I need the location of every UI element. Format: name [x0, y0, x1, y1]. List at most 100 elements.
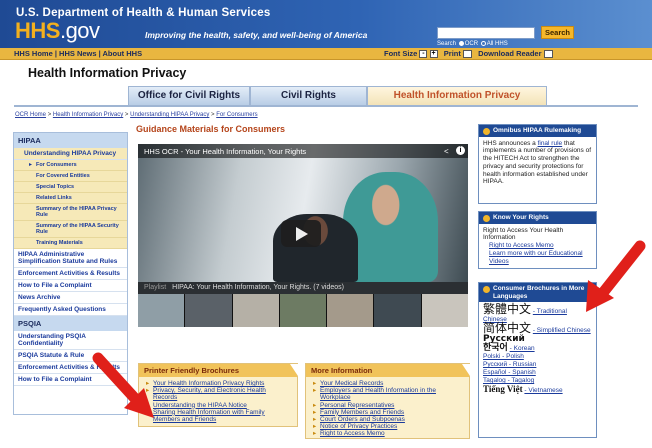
nav-sub-for-consumers[interactable]: For Consumers [14, 160, 127, 171]
font-decrease-button[interactable]: - [419, 50, 428, 59]
brochure-link[interactable]: Privacy, Security, and Electronic Health… [146, 387, 291, 401]
radio-ocr[interactable] [458, 41, 464, 46]
lang-label[interactable]: - Vietnamese [524, 387, 562, 394]
pdf-icon[interactable] [543, 50, 553, 59]
printer-friendly-box: Printer Friendly Brochures Your Health I… [138, 363, 298, 427]
video-thumbnail[interactable] [232, 294, 279, 327]
nav-news-archive[interactable]: News Archive [14, 292, 127, 304]
info-icon[interactable]: i [456, 146, 465, 155]
info-link[interactable]: Your Medical Records [313, 380, 463, 387]
lang-vietnamese[interactable]: Tiếng Việt - Vietnamese [483, 385, 592, 395]
access-memo-link[interactable]: Right to Access Memo [483, 242, 592, 250]
tagline: Improving the health, safety, and well-b… [145, 30, 368, 40]
lang-label[interactable]: - Korean [510, 345, 535, 352]
search-scope-label: Search [437, 41, 457, 48]
lang-korean[interactable]: 한국어 - Korean [483, 344, 592, 353]
breadcrumb-ocr-home[interactable]: OCR Home [15, 112, 46, 118]
nav-sub-special-topics[interactable]: Special Topics [14, 182, 127, 193]
nav-sub-privacy-rule[interactable]: Summary of the HIPAA Privacy Rule [14, 204, 127, 221]
brochure-link[interactable]: Sharing Health Information with Family M… [146, 409, 291, 423]
video-thumbnail[interactable] [421, 294, 468, 327]
page-tools: Font Size - + Print Download Reader [384, 49, 553, 59]
printer-icon[interactable] [462, 50, 472, 59]
nav-file-complaint[interactable]: How to File a Complaint [14, 280, 127, 292]
video-thumbnail[interactable] [374, 294, 421, 327]
tab-health-information-privacy[interactable]: Health Information Privacy [367, 86, 547, 105]
omnibus-text: HHS announces a final rule that implemen… [479, 137, 596, 190]
breadcrumb-for-consumers[interactable]: For Consumers [216, 112, 257, 118]
nav-sub-related-links[interactable]: Related Links [14, 193, 127, 204]
playlist-title: HIPAA: Your Health Information, Your Rig… [172, 284, 344, 291]
lang-script: 한국어 [483, 343, 508, 353]
omnibus-heading: Omnibus HIPAA Rulemaking [479, 125, 596, 137]
breadcrumb: OCR Home > Health Information Privacy > … [15, 112, 258, 118]
breadcrumb-hip[interactable]: Health Information Privacy [53, 112, 123, 118]
video-thumbnail[interactable] [327, 294, 374, 327]
nav-psqia-confidentiality[interactable]: Understanding PSQIA Confidentiality [14, 331, 127, 350]
nav-admin-simplification[interactable]: HIPAA Administrative Simplification Stat… [14, 249, 127, 268]
radio-all-hhs[interactable] [480, 41, 486, 46]
more-information-box: More Information Your Medical Records Em… [305, 363, 470, 439]
lang-spanish[interactable]: Español - Spanish [483, 369, 592, 377]
play-button[interactable] [281, 220, 321, 247]
info-link[interactable]: Employers and Health Information in the … [313, 387, 463, 401]
know-your-rights-heading: Know Your Rights [479, 212, 596, 224]
font-size-label: Font Size [384, 49, 418, 58]
lang-script: 繁體中文 [483, 302, 532, 316]
brochure-link[interactable]: Understanding the HIPAA Notice [146, 402, 291, 409]
breadcrumb-understanding[interactable]: Understanding HIPAA Privacy [130, 112, 209, 118]
info-link[interactable]: Notice of Privacy Practices [313, 423, 463, 430]
nav-enforcement[interactable]: Enforcement Activities & Results [14, 268, 127, 280]
playlist-bar[interactable]: Playlist HIPAA: Your Health Information,… [138, 282, 468, 294]
tab-divider [14, 105, 638, 107]
font-increase-button[interactable]: + [429, 50, 438, 59]
nav-sub-security-rule[interactable]: Summary of the HIPAA Security Rule [14, 221, 127, 238]
search-scope-options: Search OCR All HHS [437, 41, 508, 47]
omnibus-box: Omnibus HIPAA Rulemaking HHS announces a… [478, 124, 597, 204]
video-player[interactable]: HHS OCR - Your Health Information, Your … [138, 144, 468, 327]
print-link[interactable]: Print [444, 49, 461, 58]
page-title: Health Information Privacy [28, 66, 187, 80]
printer-friendly-heading: Printer Friendly Brochures [139, 364, 298, 377]
nav-understanding-hipaa[interactable]: Understanding HIPAA Privacy [14, 148, 127, 160]
share-icon[interactable]: < [444, 147, 449, 156]
video-title-bar: HHS OCR - Your Health Information, Your … [138, 144, 468, 158]
breadcrumb-separator: > [124, 112, 129, 118]
lang-polish[interactable]: Polski - Polish [483, 353, 592, 361]
lang-script: 简体中文 [483, 321, 532, 335]
nav-sub-training[interactable]: Training Materials [14, 238, 127, 249]
hhs-logo[interactable]: HHS.gov [15, 18, 100, 44]
lang-russian[interactable]: Pусский - Russian [483, 361, 592, 369]
radio-all-hhs-label: All HHS [486, 41, 508, 48]
final-rule-link[interactable]: final rule [538, 140, 563, 147]
utility-bar: HHS Home | HHS News | About HHS Font Siz… [0, 48, 652, 60]
playlist-thumbnails [138, 294, 468, 327]
nav-sub-covered-entities[interactable]: For Covered Entities [14, 171, 127, 182]
hhs-links[interactable]: HHS Home | HHS News | About HHS [14, 49, 142, 58]
info-link[interactable]: Court Orders and Subpoenas [313, 416, 463, 423]
info-link[interactable]: Personal Representatives [313, 402, 463, 409]
site-header: U.S. Department of Health & Human Servic… [0, 0, 652, 48]
video-thumbnail[interactable] [185, 294, 232, 327]
brochure-link[interactable]: Your Health Information Privacy Rights [146, 380, 291, 387]
nav-section-hipaa: HIPAA [14, 133, 127, 148]
nav-faq[interactable]: Frequently Asked Questions [14, 304, 127, 316]
languages-heading: Consumer Brochures in More Languages [479, 283, 596, 302]
info-link[interactable]: Right to Access Memo [313, 430, 463, 437]
tab-civil-rights[interactable]: Civil Rights [250, 86, 367, 105]
info-link[interactable]: Family Members and Friends [313, 409, 463, 416]
rights-body: Right to Access Your Health Information … [479, 224, 596, 269]
search-button[interactable]: Search [541, 26, 574, 39]
download-reader-link[interactable]: Download Reader [478, 49, 541, 58]
search-input[interactable] [437, 27, 535, 39]
tab-office-for-civil-rights[interactable]: Office for Civil Rights [128, 86, 250, 105]
lang-label[interactable]: - Simplified Chinese [533, 327, 591, 334]
video-thumbnail[interactable] [138, 294, 185, 327]
languages-box: Consumer Brochures in More Languages 繁體中… [478, 282, 597, 438]
breadcrumb-separator: > [47, 112, 52, 118]
rights-text: Right to Access Your Health Information [483, 226, 564, 242]
educational-videos-link[interactable]: Learn more with our Educational Videos [483, 250, 592, 266]
breadcrumb-separator: > [211, 112, 215, 118]
video-thumbnail[interactable] [279, 294, 327, 327]
video-title[interactable]: HHS OCR - Your Health Information, Your … [144, 147, 306, 156]
